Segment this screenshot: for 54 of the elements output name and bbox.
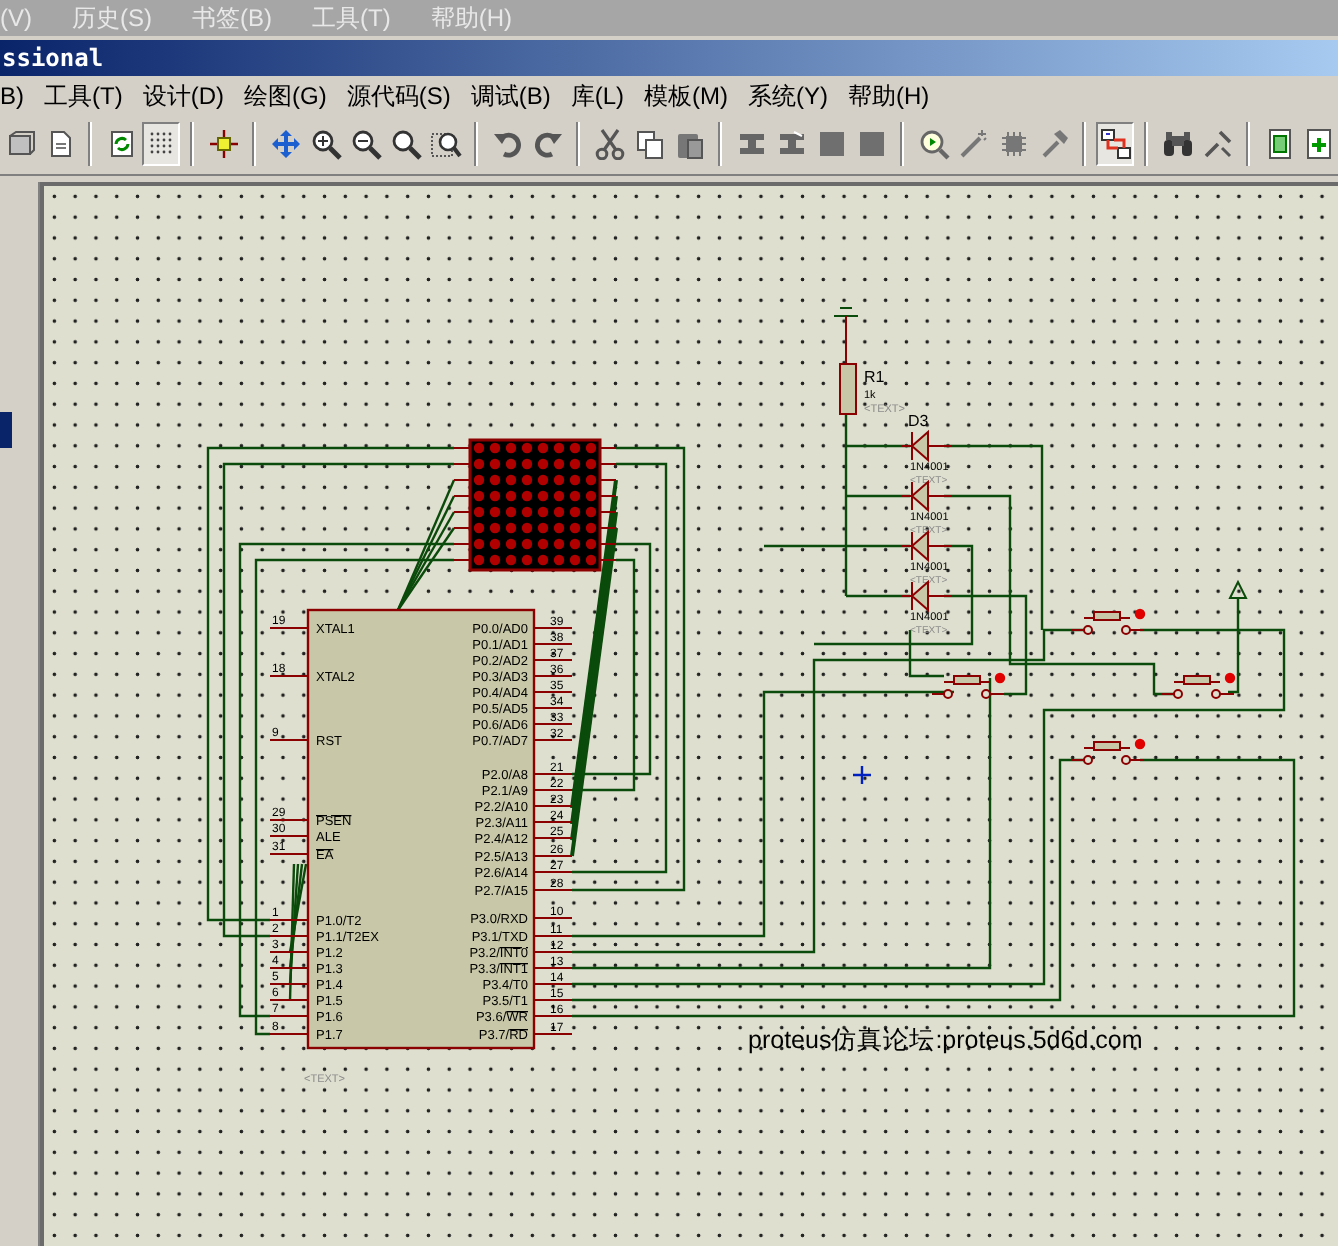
zoom-area-icon [429,128,461,160]
window-title: ssional [2,42,104,76]
block-icon [855,128,887,160]
diode-reference: D3 [908,412,929,430]
grid-button[interactable] [142,122,180,166]
wand-icon [957,128,989,160]
block-icon [815,128,847,160]
push-button-drawing [931,672,1006,699]
netlist-button[interactable] [1096,122,1134,166]
move-arrows-icon [269,128,301,160]
block-icon [775,128,807,160]
selected-item-marker [0,412,12,448]
add-sheet-icon [1303,128,1335,160]
refresh-icon [105,128,137,160]
undo-icon [491,128,523,160]
sheet-icon [1263,128,1295,160]
redo-icon [531,128,563,160]
tools-icon [1201,128,1233,160]
paste-icon [673,128,705,160]
push-button-drawing [1161,672,1236,699]
cursor-crosshair-icon [851,764,873,786]
netlist-icon [1099,128,1131,160]
diode-drawing [901,579,953,613]
copy-icon [633,128,665,160]
block-icon [735,128,767,160]
menu-item[interactable]: 调试(B) [470,77,551,113]
menu-item[interactable]: 设计(D) [142,77,224,113]
resistor-drawing [839,363,857,415]
diode-drawing [901,479,953,513]
hammer-icon [1037,128,1069,160]
menu-item[interactable]: 帮助(H) [848,77,930,113]
menu-item[interactable]: 工具(T) [44,77,123,113]
push-button-drawing [1071,738,1146,765]
menu-item[interactable]: 绘图(G) [244,77,327,113]
box-icon [3,128,35,160]
crosshair-icon [207,128,239,160]
scissors-icon [593,128,625,160]
power-terminal-drawing [1228,579,1248,599]
magnifier-icon [389,128,421,160]
binoculars-icon [1161,128,1193,160]
chip-icon [997,128,1029,160]
menu-item[interactable]: 库(L) [570,77,624,113]
menu-item[interactable]: 模板(M) [644,77,728,113]
resistor-reference: R1 [864,368,885,386]
ground-symbol-drawing [833,307,859,365]
push-button-drawing [1071,608,1146,635]
menu-item[interactable]: B) [0,77,24,113]
zoom-in-icon [309,128,341,160]
zoom-out-icon [349,128,381,160]
magnifier-icon [917,128,949,160]
menu-item[interactable]: 源代码(S) [346,77,451,113]
schematic-note: proteus仿真论坛:proteus.5d6d.com [748,1026,1143,1054]
menu-item[interactable]: 系统(Y) [748,77,828,113]
diode-drawing [901,429,953,463]
